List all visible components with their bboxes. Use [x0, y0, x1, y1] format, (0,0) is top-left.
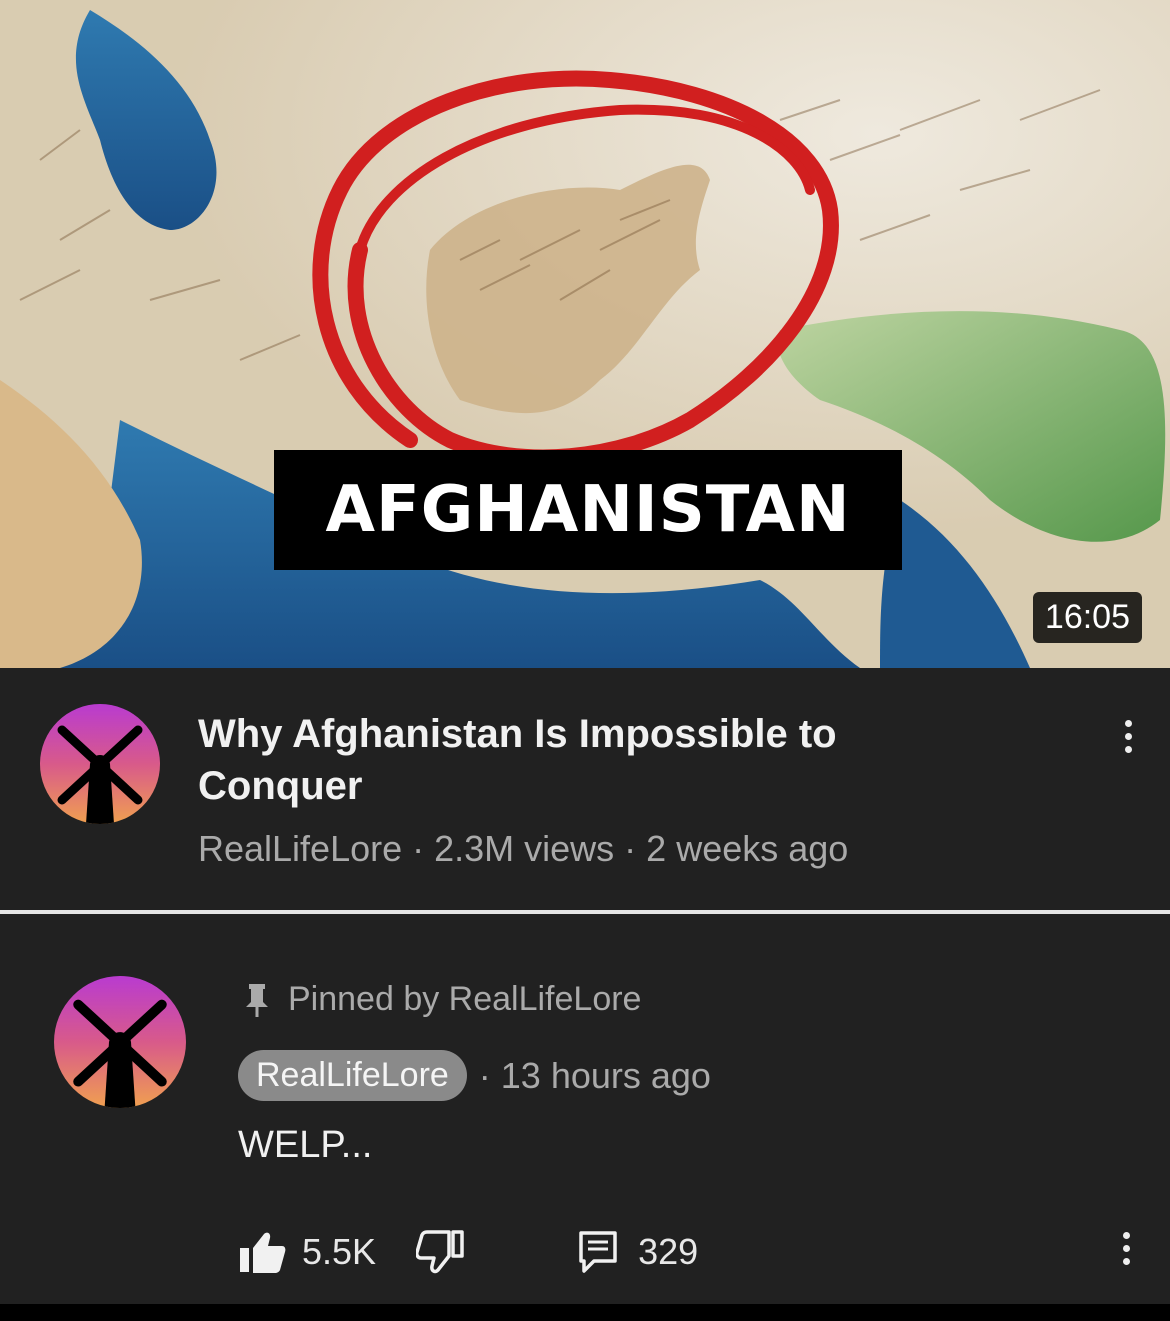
- comment-actions: 5.5K 329: [238, 1226, 698, 1278]
- thumbs-up-filled-icon[interactable]: [238, 1230, 286, 1274]
- comment-author-badge[interactable]: RealLifeLore: [238, 1050, 467, 1101]
- comment-body: WELP...: [238, 1124, 373, 1166]
- pinned-text: Pinned by RealLifeLore: [288, 980, 642, 1018]
- pinned-label: Pinned by RealLifeLore: [244, 980, 641, 1019]
- comment-header: RealLifeLore · 13 hours ago: [238, 1050, 711, 1101]
- windmill-icon: [73, 999, 167, 1108]
- video-thumbnail[interactable]: AFGHANISTAN 16:05: [0, 0, 1170, 668]
- like-count: 5.5K: [302, 1231, 377, 1272]
- video-metadata: RealLifeLore · 2.3M views · 2 weeks ago: [198, 828, 849, 869]
- channel-avatar[interactable]: [40, 704, 160, 824]
- thumbnail-caption: AFGHANISTAN: [274, 450, 902, 570]
- comment-author-avatar[interactable]: [54, 976, 186, 1108]
- comment-timestamp: · 13 hours ago: [478, 1054, 711, 1096]
- windmill-icon: [57, 725, 143, 824]
- video-duration: 16:05: [1032, 592, 1142, 643]
- comment-icon[interactable]: [578, 1230, 618, 1274]
- pin-icon: [246, 983, 268, 1017]
- bottom-edge: [0, 1304, 1170, 1321]
- thumbs-down-icon[interactable]: [416, 1230, 464, 1274]
- video-title[interactable]: Why Afghanistan Is Impossible to Conquer: [198, 708, 958, 812]
- more-vertical-icon[interactable]: [1116, 1232, 1136, 1265]
- youtube-screen: AFGHANISTAN 16:05 Why Afghanistan Is Imp…: [0, 0, 1170, 1321]
- reply-count[interactable]: 329: [638, 1231, 698, 1273]
- more-vertical-icon[interactable]: [1118, 720, 1138, 753]
- pinned-comment: Pinned by RealLifeLore RealLifeLore · 13…: [0, 914, 1170, 1304]
- video-info: Why Afghanistan Is Impossible to Conquer…: [0, 668, 1170, 910]
